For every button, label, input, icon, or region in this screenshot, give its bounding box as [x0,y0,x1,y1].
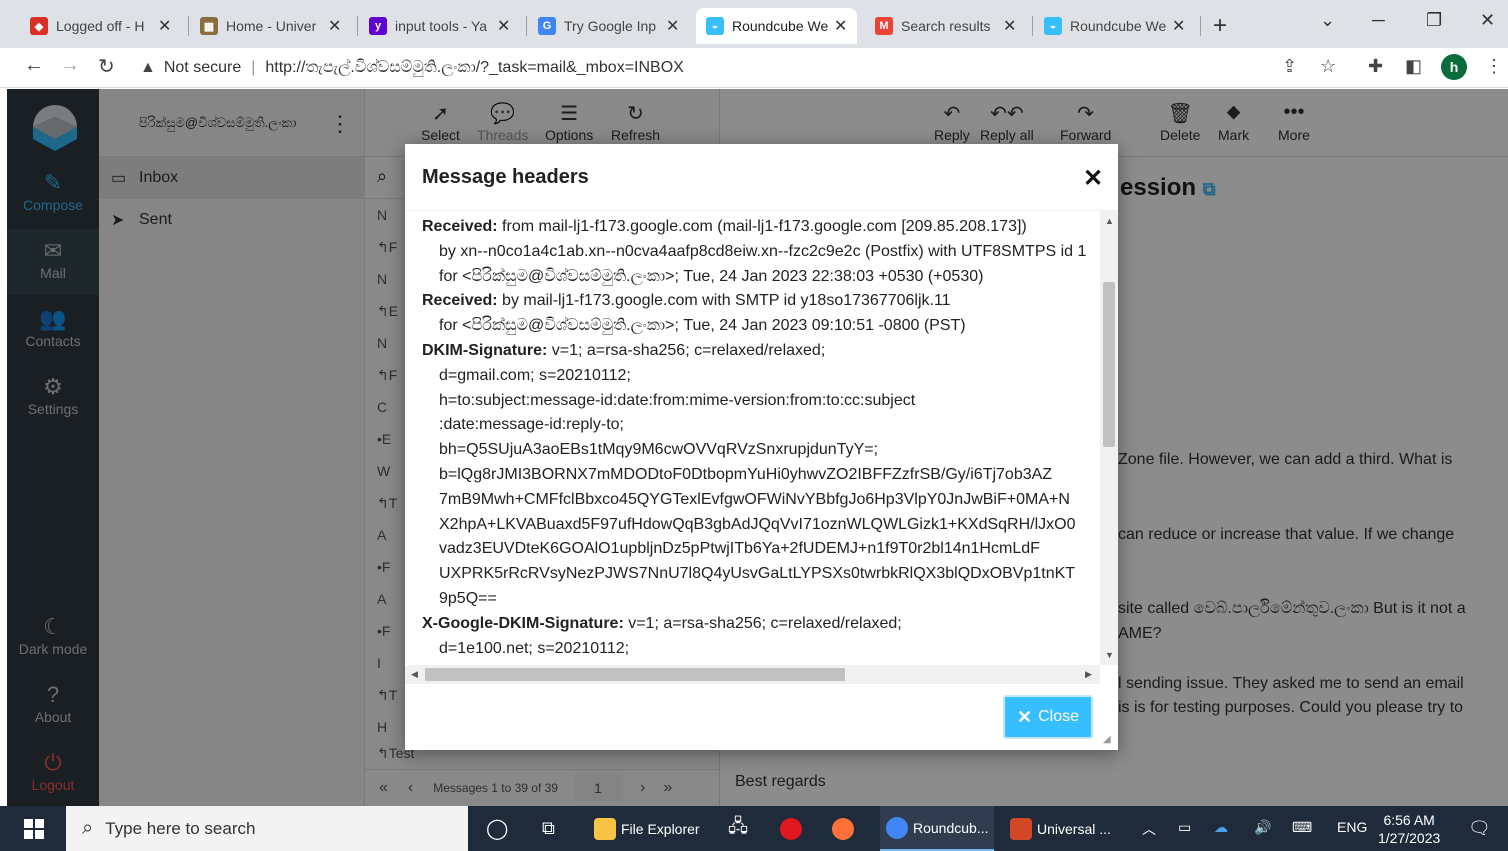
browser-tab[interactable]: ▦ Home - Univer ✕ [190,8,351,44]
tab-close-icon[interactable]: ✕ [834,16,847,36]
reload-icon[interactable]: ↻ [98,54,115,79]
warning-triangle-icon: ▲ [140,59,156,76]
notification-center-icon[interactable]: 🗨 [1468,818,1491,839]
profile-avatar[interactable]: h [1441,54,1467,80]
taskbar-search-box[interactable]: ⌕ Type here to search [66,806,468,851]
message-headers-dialog: Message headers ✕ Received: from mail-lj… [405,144,1118,750]
browser-tab[interactable]: y input tools - Ya ✕ [359,8,520,44]
windows-start-icon[interactable] [24,819,44,839]
tab-favicon-icon: y [369,17,387,35]
headers-text: Received: from mail-lj1-f173.google.com … [422,218,1087,657]
horizontal-scrollbar[interactable]: ◀ ▶ [405,665,1100,684]
tab-close-icon[interactable]: ✕ [666,16,679,36]
task-view-icon[interactable]: ⧉ [542,806,555,851]
new-tab-plus-icon[interactable]: + [1213,12,1227,40]
scroll-down-arrow-icon[interactable]: ▼ [1105,650,1114,660]
bookmark-star-icon[interactable]: ☆ [1320,56,1336,77]
taskbar-file-explorer[interactable]: File Explorer [594,806,700,851]
tab-close-icon[interactable]: ✕ [497,16,510,36]
tab-close-icon[interactable]: ✕ [158,16,171,36]
vertical-scroll-thumb[interactable] [1103,282,1115,447]
browser-tab[interactable]: G Try Google Inp ✕ [528,8,689,44]
firefox-browser-icon[interactable] [832,806,859,851]
tab-title: Roundcube We [1070,18,1166,34]
dialog-title: Message headers [422,166,589,188]
browser-menu-icon[interactable]: ⋮ [1485,56,1503,77]
scroll-up-arrow-icon[interactable]: ▲ [1105,216,1114,226]
horizontal-scroll-thumb[interactable] [425,668,845,681]
tab-search-chevron-icon[interactable]: ⌄ [1320,10,1335,31]
volume-icon[interactable]: 🔊 [1254,819,1271,836]
resize-grip-icon[interactable]: ◢ [1103,734,1111,745]
vertical-scrollbar[interactable]: ▲ ▼ [1100,210,1118,665]
tab-title: Roundcube We [732,18,828,34]
tab-title: Home - Univer [226,18,317,34]
browser-address-bar: ← → ↻ ▲ Not secure | http://තැපැල්.විශ්ව… [0,48,1508,88]
browser-tab-strip: ◆ Logged off - H ✕ ▦ Home - Univer ✕ y i… [0,0,1508,48]
minimize-icon[interactable]: ─ [1372,10,1385,31]
taskbar-powerpoint[interactable]: Universal ... [1010,806,1111,851]
tab-title: Logged off - H [56,18,145,34]
chrome-icon [886,816,908,839]
keyboard-icon[interactable]: ⌨ [1292,819,1312,836]
forward-arrow-icon[interactable]: → [60,54,80,77]
browser-tab[interactable]: M Search results ✕ [865,8,1026,44]
opera-browser-icon[interactable] [780,806,807,851]
headers-scroll-area[interactable]: Received: from mail-lj1-f173.google.com … [405,210,1118,684]
folder-icon [594,817,616,840]
extensions-puzzle-icon[interactable]: ✚ [1368,56,1383,77]
network-app-icon[interactable]: 🖧 [728,806,748,851]
browser-tab-active[interactable]: ◒ Roundcube We ✕ [696,8,858,44]
close-button[interactable]: ✕ Close [1003,695,1093,739]
tab-close-icon[interactable]: ✕ [1172,16,1185,36]
windows-taskbar: ⌕ Type here to search ◯ ⧉ File Explorer … [0,806,1508,851]
powerpoint-icon [1010,817,1032,840]
tab-title: input tools - Ya [395,18,488,34]
taskbar-chrome-roundcube[interactable]: Roundcub... [880,806,994,851]
side-panel-icon[interactable]: ◧ [1405,56,1422,77]
tab-favicon-icon: ◆ [30,17,48,35]
tab-favicon-icon: M [875,17,893,35]
tab-favicon-icon: ◒ [706,17,724,35]
tab-title: Try Google Inp [564,18,657,34]
tab-title: Search results [901,18,991,34]
search-icon: ⌕ [82,817,94,839]
scroll-right-arrow-icon[interactable]: ▶ [1085,669,1092,680]
window-close-icon[interactable]: ✕ [1480,10,1495,31]
tab-close-icon[interactable]: ✕ [1003,16,1016,36]
tab-close-icon[interactable]: ✕ [328,16,341,36]
restore-icon[interactable]: ❐ [1426,10,1442,31]
tab-favicon-icon: ◒ [1044,17,1062,35]
onedrive-cloud-icon[interactable]: ☁ [1214,819,1228,836]
tab-favicon-icon: ▦ [200,17,218,35]
battery-icon[interactable]: ▭ [1178,819,1191,836]
browser-tab[interactable]: ◆ Logged off - H ✕ [20,8,181,44]
scroll-left-arrow-icon[interactable]: ◀ [411,669,418,680]
url-omnibox[interactable]: ▲ Not secure | http://තැපැල්.විශ්වසම්මුත… [140,54,684,82]
not-secure-label: Not secure [163,59,242,76]
browser-tab[interactable]: ◒ Roundcube We ✕ [1034,8,1195,44]
url-text[interactable]: http://තැපැල්.විශ්වසම්මුති.ලංකා/?_task=m… [265,59,683,77]
system-clock[interactable]: 6:56 AM 1/27/2023 [1378,811,1440,847]
language-indicator[interactable]: ENG [1337,819,1367,835]
close-icon: ✕ [1017,706,1033,727]
dialog-close-x-icon[interactable]: ✕ [1083,164,1103,193]
tray-chevron-up-icon[interactable]: ︿ [1142,819,1156,839]
cortana-circle-icon[interactable]: ◯ [486,806,508,851]
share-icon[interactable]: ⇪ [1282,56,1297,77]
tab-favicon-icon: G [538,17,556,35]
back-arrow-icon[interactable]: ← [24,54,44,77]
